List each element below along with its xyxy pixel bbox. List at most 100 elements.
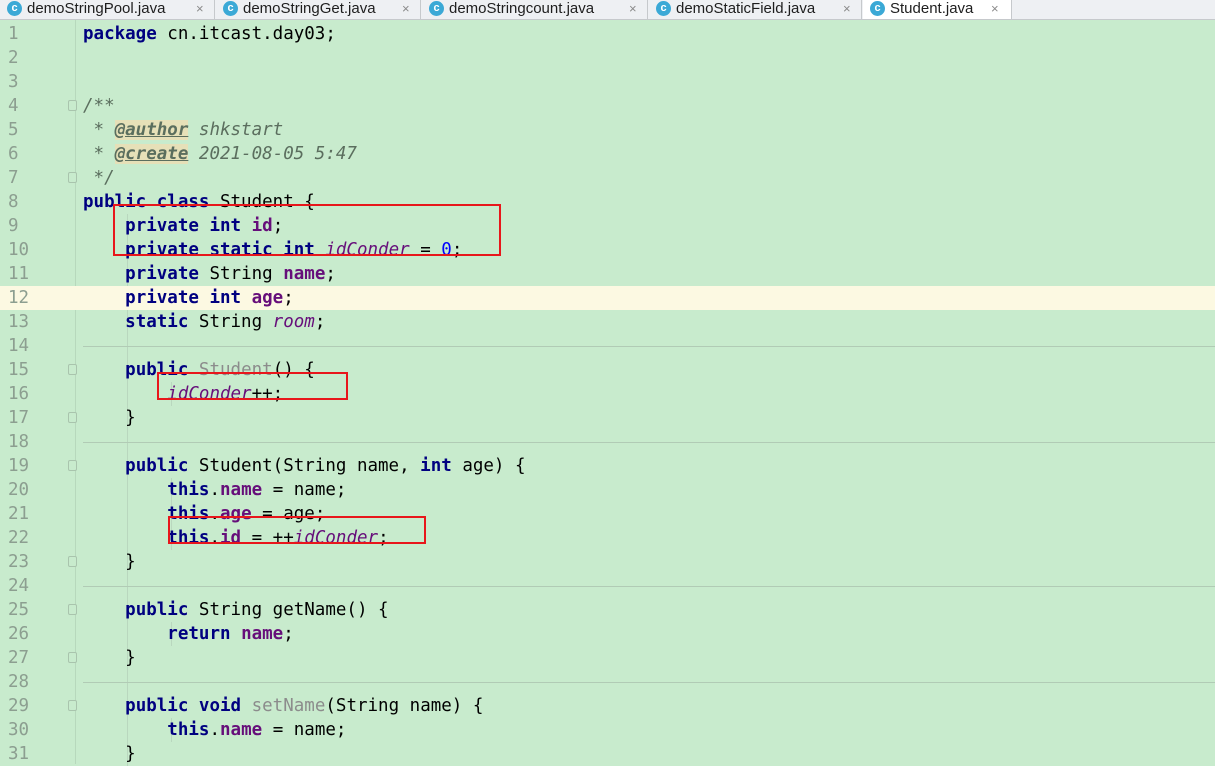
line-number: 21 [8,504,30,524]
fold-marker-icon[interactable] [68,172,77,183]
code-line[interactable]: 7 */ [0,166,1215,190]
code-line[interactable]: 26 return name; [0,622,1215,646]
line-number: 12 [8,288,30,308]
code-text: private String name; [125,264,336,284]
code-line[interactable]: 13 static String room; [0,310,1215,334]
code-text: public void setName(String name) { [125,696,484,716]
code-line[interactable]: 6 * @create 2021-08-05 5:47 [0,142,1215,166]
line-number: 24 [8,576,30,596]
code-text: /** [83,96,115,116]
line-number: 18 [8,432,30,452]
code-text: * @author shkstart [83,120,284,140]
line-number: 16 [8,384,30,404]
highlight-box [157,372,348,400]
line-number: 23 [8,552,30,572]
method-separator [83,442,1215,443]
code-line[interactable]: 3 [0,70,1215,94]
highlight-box [168,516,426,544]
tab-label: demoStaticField.java [676,0,816,17]
line-number: 20 [8,480,30,500]
c-class-icon: c [656,1,671,16]
code-line[interactable]: 25 public String getName() { [0,598,1215,622]
fold-marker-icon[interactable] [68,364,77,375]
fold-marker-icon[interactable] [68,556,77,567]
code-line[interactable]: 17 } [0,406,1215,430]
highlight-box [113,204,501,256]
code-text: } [83,744,136,764]
line-number: 2 [8,48,19,68]
tab-label: demoStringPool.java [27,0,166,17]
code-text: */ [83,168,115,188]
line-number: 28 [8,672,30,692]
method-separator [83,346,1215,347]
line-number: 14 [8,336,30,356]
tab-label: demoStringGet.java [243,0,376,17]
line-number: 30 [8,720,30,740]
close-icon[interactable]: × [629,0,637,17]
code-text: * @create 2021-08-05 5:47 [83,144,357,164]
line-number: 25 [8,600,30,620]
fold-marker-icon[interactable] [68,652,77,663]
code-text: return name; [167,624,294,644]
c-class-icon: c [223,1,238,16]
code-line[interactable]: 2 [0,46,1215,70]
code-text: this.name = name; [167,720,347,740]
tab-demostringget[interactable]: c demoStringGet.java × [216,0,421,19]
line-number: 7 [8,168,19,188]
fold-marker-icon[interactable] [68,412,77,423]
fold-marker-icon[interactable] [68,604,77,615]
code-line[interactable]: 31 } [0,742,1215,766]
code-line[interactable]: 19 public Student(String name, int age) … [0,454,1215,478]
code-text: } [83,648,136,668]
method-separator [83,682,1215,683]
code-line[interactable]: 12 private int age; [0,286,1215,310]
line-number: 3 [8,72,19,92]
line-number: 19 [8,456,30,476]
line-number: 6 [8,144,19,164]
code-text: } [83,408,136,428]
code-text: } [83,552,136,572]
code-text: public Student(String name, int age) { [125,456,526,476]
tab-demostaticfield[interactable]: c demoStaticField.java × [649,0,862,19]
code-line[interactable]: 29 public void setName(String name) { [0,694,1215,718]
close-icon[interactable]: × [991,0,999,17]
code-line[interactable]: 27 } [0,646,1215,670]
close-icon[interactable]: × [402,0,410,17]
c-class-icon: c [870,1,885,16]
close-icon[interactable]: × [196,0,204,17]
fold-marker-icon[interactable] [68,100,77,111]
fold-marker-icon[interactable] [68,700,77,711]
tab-student[interactable]: c Student.java × [863,0,1012,19]
code-text: package cn.itcast.day03; [83,24,336,44]
line-number: 10 [8,240,30,260]
tab-demostringcount[interactable]: c demoStringcount.java × [422,0,648,19]
line-number: 31 [8,744,30,764]
close-icon[interactable]: × [843,0,851,17]
code-text: this.name = name; [167,480,347,500]
line-number: 1 [8,24,19,44]
line-number: 29 [8,696,30,716]
line-number: 5 [8,120,19,140]
code-line[interactable]: 11 private String name; [0,262,1215,286]
line-number: 17 [8,408,30,428]
code-line[interactable]: 1 package cn.itcast.day03; [0,22,1215,46]
code-line[interactable]: 20 this.name = name; [0,478,1215,502]
code-line[interactable]: 5 * @author shkstart [0,118,1215,142]
code-line[interactable]: 30 this.name = name; [0,718,1215,742]
code-line[interactable]: 4 /** [0,94,1215,118]
line-number: 4 [8,96,19,116]
line-number: 26 [8,624,30,644]
tab-label: Student.java [890,0,974,17]
code-line[interactable]: 23 } [0,550,1215,574]
fold-marker-icon[interactable] [68,460,77,471]
line-number: 13 [8,312,30,332]
tab-demostringpool[interactable]: c demoStringPool.java × [0,0,215,19]
line-number: 9 [8,216,19,236]
tab-label: demoStringcount.java [449,0,595,17]
c-class-icon: c [429,1,444,16]
code-text: private int age; [125,288,294,308]
code-text: public String getName() { [125,600,389,620]
line-number: 8 [8,192,19,212]
method-separator [83,586,1215,587]
editor-tab-bar: c demoStringPool.java × c demoStringGet.java… [0,0,1215,20]
